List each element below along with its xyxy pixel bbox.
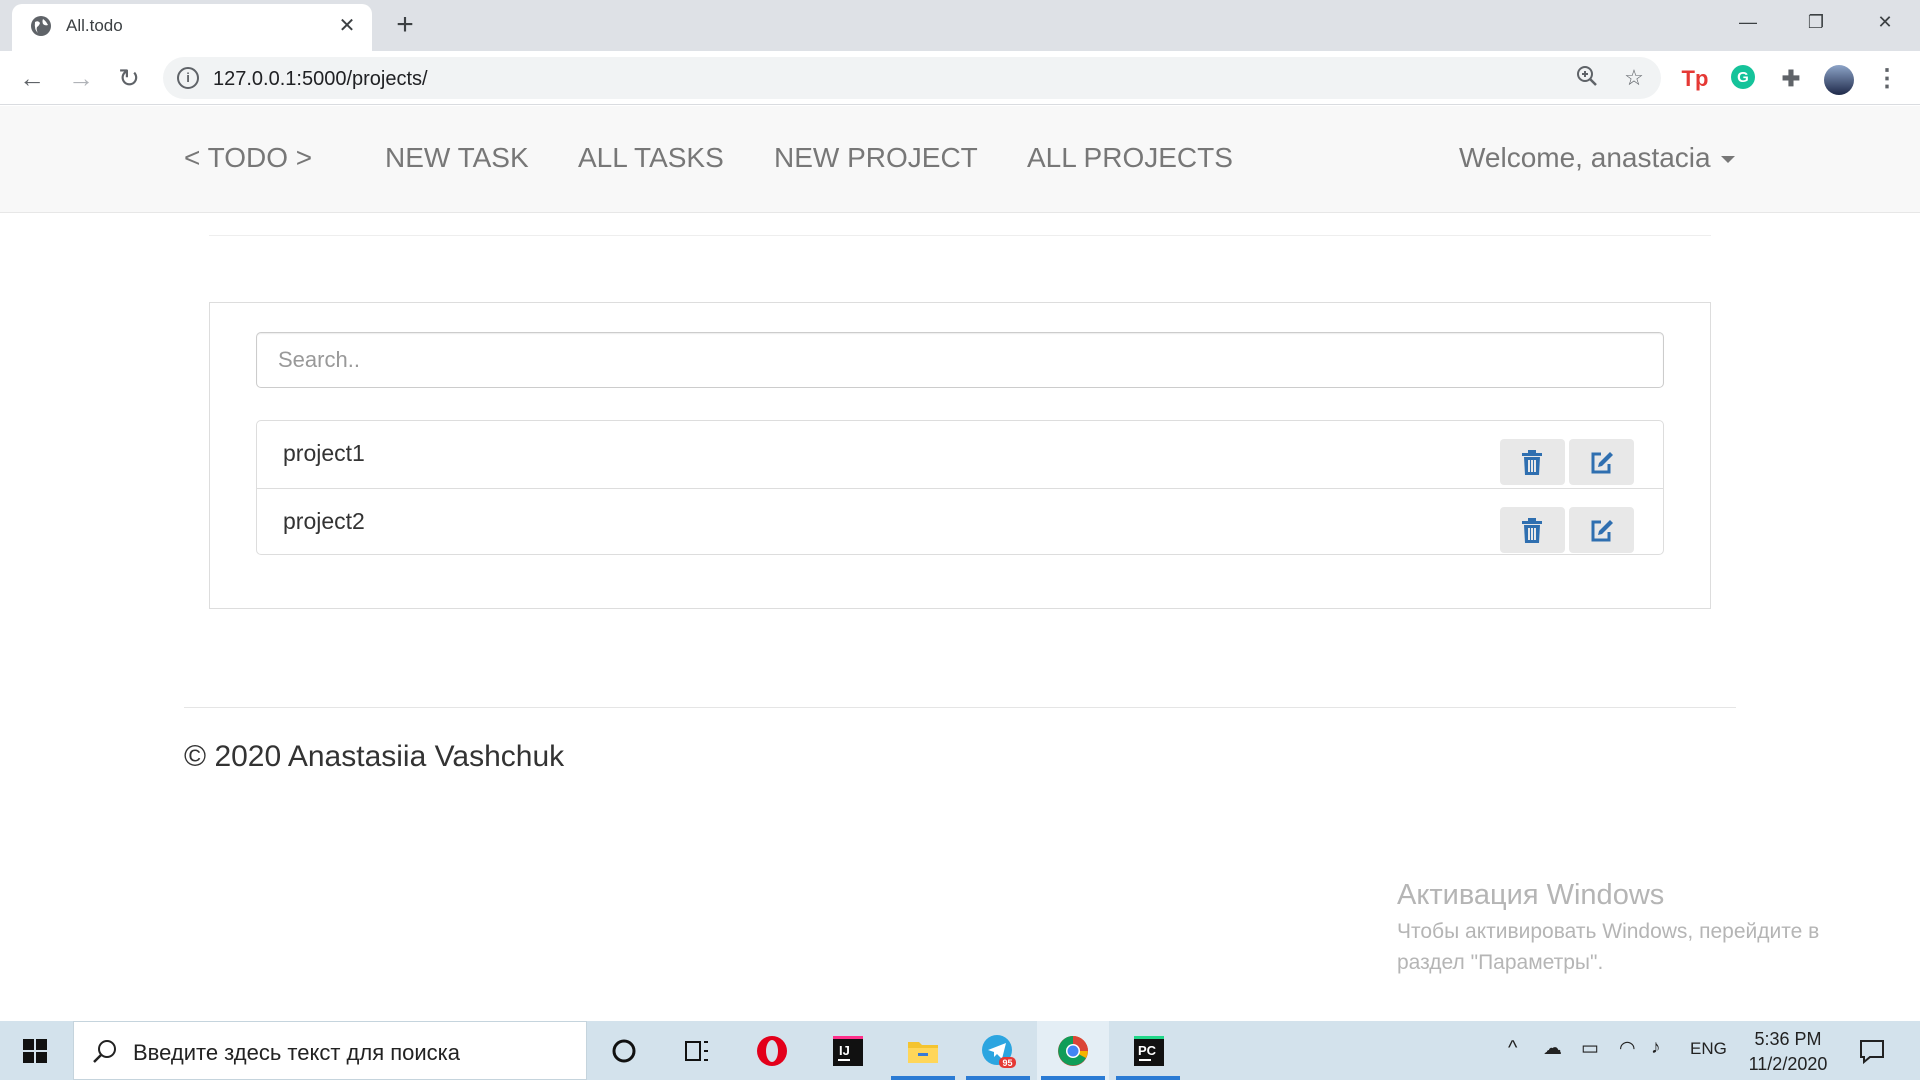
taskbar-app-pycharm[interactable]: PC (1112, 1021, 1184, 1080)
minimize-button[interactable]: — (1719, 4, 1777, 40)
back-arrow-icon[interactable]: ← (16, 62, 48, 94)
close-window-button[interactable]: ✕ (1856, 4, 1914, 40)
translate-extension-icon[interactable]: Tp (1680, 64, 1710, 94)
clock-time: 5:36 PM (1754, 1029, 1822, 1049)
restore-button[interactable]: ❐ (1787, 4, 1845, 40)
brand-link[interactable]: < TODO > (184, 142, 312, 174)
site-navbar: < TODO > NEW TASK ALL TASKS NEW PROJECT … (0, 106, 1920, 213)
battery-icon[interactable]: ▭ (1581, 1037, 1599, 1060)
forward-arrow-icon[interactable]: → (65, 62, 97, 94)
activation-watermark-text: Чтобы активировать Windows, перейдите в … (1397, 920, 1820, 974)
svg-text:PC: PC (1138, 1043, 1157, 1058)
nav-new-project[interactable]: NEW PROJECT (774, 142, 978, 174)
reload-icon[interactable]: ↻ (113, 62, 145, 94)
projects-list: project1 project2 (256, 420, 1664, 555)
search-icon (93, 1040, 116, 1063)
system-clock[interactable]: 5:36 PM 11/2/2020 (1740, 1027, 1836, 1077)
edit-icon (1591, 452, 1613, 474)
intellij-icon: IJ (833, 1036, 863, 1066)
folder-icon (908, 1042, 938, 1063)
footer-copyright: © 2020 Anastasiia Vashchuk (184, 740, 565, 773)
taskbar-app-chrome[interactable] (1037, 1021, 1109, 1080)
delete-button[interactable] (1500, 439, 1565, 485)
nav-all-projects[interactable]: ALL PROJECTS (1027, 142, 1233, 174)
taskbar-app-telegram[interactable]: 95 (962, 1021, 1034, 1080)
notifications-icon[interactable] (1858, 1037, 1886, 1065)
edit-button[interactable] (1569, 507, 1634, 553)
taskbar: Введите здесь текст для поиска IJ 95 PC … (0, 1021, 1920, 1080)
zoom-icon[interactable] (1573, 64, 1601, 92)
taskbar-search-placeholder: Введите здесь текст для поиска (133, 1040, 461, 1065)
grammarly-extension-icon[interactable]: G (1728, 64, 1758, 94)
browser-menu-icon[interactable]: ⋮ (1872, 64, 1902, 94)
tab-close-icon[interactable]: ✕ (333, 12, 361, 40)
search-input[interactable] (256, 332, 1664, 388)
browser-tab[interactable]: All.todo ✕ (12, 4, 372, 51)
projects-panel: project1 project2 (209, 302, 1711, 609)
address-url[interactable]: 127.0.0.1:5000/projects/ (213, 68, 428, 91)
taskbar-app-file-explorer[interactable] (887, 1021, 959, 1080)
extensions-puzzle-icon[interactable]: ✚ (1776, 64, 1806, 94)
pycharm-icon: PC (1134, 1036, 1164, 1066)
telegram-icon: 95 (982, 1035, 1016, 1068)
caret-down-icon (1720, 156, 1735, 164)
profile-avatar[interactable] (1823, 64, 1854, 95)
nav-new-task[interactable]: NEW TASK (385, 142, 529, 174)
wifi-icon[interactable]: ◠ (1619, 1037, 1636, 1060)
footer-divider (184, 707, 1736, 708)
opera-icon (757, 1036, 787, 1066)
language-indicator[interactable]: ENG (1690, 1039, 1727, 1059)
taskbar-app-intellij[interactable]: IJ (811, 1021, 883, 1080)
edit-icon (1591, 520, 1613, 542)
start-button[interactable] (0, 1021, 72, 1080)
chrome-icon (1058, 1036, 1088, 1066)
chevron-up-icon[interactable]: ^ (1508, 1037, 1517, 1060)
browser-tab-strip: All.todo ✕ + — ❐ ✕ (0, 0, 1920, 51)
clock-date: 11/2/2020 (1748, 1054, 1828, 1074)
globe-icon (31, 16, 51, 36)
address-bar[interactable]: i 127.0.0.1:5000/projects/ ☆ (163, 57, 1661, 99)
project-name[interactable]: project2 (283, 508, 365, 535)
windows-logo-icon (23, 1039, 47, 1063)
list-item[interactable]: project2 (257, 488, 1663, 555)
svg-text:IJ: IJ (839, 1043, 850, 1058)
edit-button[interactable] (1569, 439, 1634, 485)
trash-icon (1522, 518, 1542, 543)
tab-title: All.todo (66, 16, 123, 35)
activation-watermark-title: Активация Windows (1397, 879, 1665, 911)
new-tab-button[interactable]: + (388, 9, 422, 43)
bookmark-star-icon[interactable]: ☆ (1620, 64, 1648, 92)
telegram-badge: 95 (1002, 1058, 1012, 1068)
task-view-button[interactable] (660, 1021, 732, 1080)
nav-all-tasks[interactable]: ALL TASKS (578, 142, 724, 174)
taskbar-app-opera[interactable] (736, 1021, 808, 1080)
onedrive-cloud-icon[interactable]: ☁ (1543, 1037, 1562, 1060)
delete-button[interactable] (1500, 507, 1565, 553)
list-item[interactable]: project1 (257, 421, 1663, 488)
volume-icon[interactable]: ♪ (1651, 1037, 1661, 1059)
site-info-icon[interactable]: i (177, 67, 199, 89)
svg-text:G: G (1737, 69, 1749, 86)
divider (209, 235, 1711, 236)
trash-icon (1522, 450, 1542, 475)
task-view-icon (685, 1041, 708, 1061)
cortana-button[interactable] (588, 1021, 660, 1080)
cortana-circle-icon (612, 1039, 636, 1063)
taskbar-search[interactable]: Введите здесь текст для поиска (73, 1021, 587, 1080)
browser-toolbar: ← → ↻ i 127.0.0.1:5000/projects/ ☆ Tp G … (0, 51, 1920, 105)
project-name[interactable]: project1 (283, 440, 365, 467)
welcome-text: Welcome, anastacia (1459, 142, 1711, 173)
user-menu-toggle[interactable]: Welcome, anastacia (1459, 142, 1735, 174)
